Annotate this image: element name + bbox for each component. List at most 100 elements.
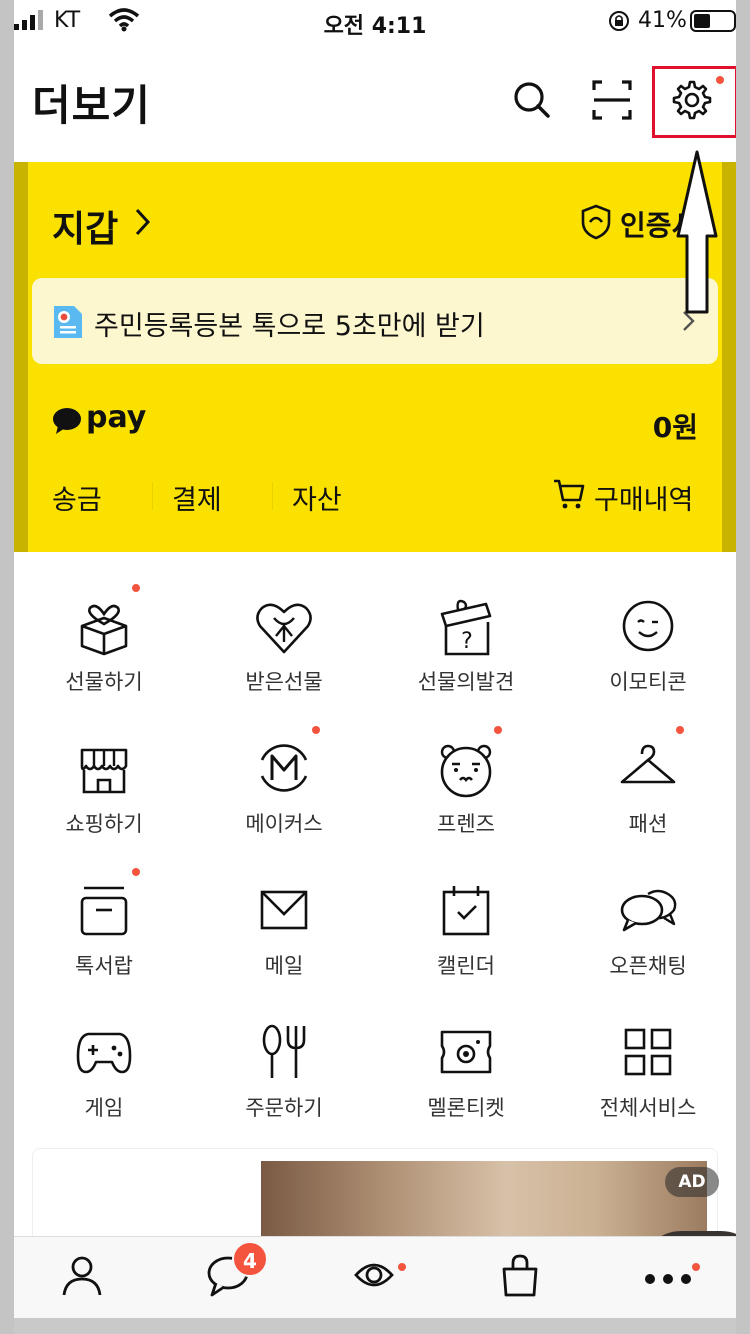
view-icon	[354, 1263, 394, 1287]
service-label: 주문하기	[245, 1096, 323, 1120]
scan-icon[interactable]	[590, 78, 634, 122]
shop-icon	[80, 748, 128, 794]
pay-balance[interactable]: 0원	[614, 406, 698, 446]
certificate-shield-icon[interactable]	[580, 204, 612, 240]
tab-chats[interactable]: 4	[188, 1241, 268, 1309]
service-label: 선물의발견	[417, 670, 515, 694]
shopping-icon	[502, 1254, 538, 1297]
mystery-gift-icon: ?	[440, 599, 492, 656]
service-talk-drawer[interactable]: 톡서랍	[14, 850, 194, 990]
wallet-side-shadow-right	[722, 162, 736, 552]
status-bar: KT 오전 4:11 41%	[14, 0, 736, 44]
utensils-icon	[262, 1024, 306, 1078]
device-frame-right	[736, 0, 750, 1334]
tab-more[interactable]	[624, 1249, 704, 1309]
service-calendar[interactable]: 캘린더	[376, 850, 556, 990]
svg-text:?: ?	[461, 629, 473, 654]
service-mail[interactable]: 메일	[194, 850, 374, 990]
service-makers[interactable]: 메이커스	[194, 708, 374, 848]
new-dot	[132, 584, 140, 592]
mail-icon	[260, 890, 308, 930]
service-friends[interactable]: 프렌즈	[376, 708, 556, 848]
service-label: 전체서비스	[599, 1096, 697, 1120]
new-dot	[676, 726, 684, 734]
new-dot	[312, 726, 320, 734]
pay-link-transfer[interactable]: 송금	[52, 478, 102, 517]
service-order[interactable]: 주문하기	[194, 992, 374, 1132]
bottom-tab-bar: 4	[14, 1236, 736, 1318]
tab-shopping[interactable]	[480, 1249, 560, 1309]
ad-badge: AD	[665, 1167, 719, 1197]
cart-icon[interactable]	[552, 478, 586, 510]
grid-icon	[624, 1028, 672, 1076]
tab-view[interactable]	[334, 1249, 414, 1309]
rotation-lock-icon	[609, 11, 629, 31]
service-label: 쇼핑하기	[65, 812, 143, 836]
gamepad-icon	[76, 1032, 132, 1074]
service-gift-discovery[interactable]: ? 선물의발견	[376, 566, 556, 706]
emoticon-icon	[622, 600, 674, 652]
pay-link-assets[interactable]: 자산	[292, 478, 342, 517]
chevron-right-icon	[135, 208, 151, 236]
divider	[152, 482, 153, 510]
pay-logo-text[interactable]: pay	[86, 400, 146, 435]
annotation-arrow-icon	[676, 150, 718, 314]
service-label: 패션	[628, 812, 668, 836]
service-label: 메일	[264, 954, 304, 978]
ticket-icon	[440, 1030, 492, 1074]
screen: KT 오전 4:11 41% 더보기 지갑 인증서 주민등록등본 톡으로 5초만…	[14, 0, 736, 1318]
heart-gift-icon	[256, 603, 312, 654]
service-label: 선물하기	[65, 670, 143, 694]
friends-icon	[62, 1256, 102, 1296]
wallet-section: 지갑 인증서 주민등록등본 톡으로 5초만에 받기 pay 0원 송금 결제 자…	[14, 162, 736, 552]
new-dot	[132, 868, 140, 876]
banner-text: 주민등록등본 톡으로 5초만에 받기	[94, 311, 485, 342]
service-gift[interactable]: 선물하기	[14, 566, 194, 706]
settings-highlight-box	[652, 66, 736, 138]
service-label: 톡서랍	[75, 954, 133, 978]
tab-friends[interactable]	[42, 1249, 122, 1309]
pay-bubble-icon	[53, 408, 81, 434]
pay-link-payment[interactable]: 결제	[172, 478, 222, 517]
new-dot	[494, 726, 502, 734]
document-icon	[54, 306, 82, 338]
chat-unread-badge: 4	[232, 1241, 268, 1277]
device-frame-left	[0, 0, 14, 1334]
service-game[interactable]: 게임	[14, 992, 194, 1132]
more-icon	[645, 1274, 691, 1284]
search-icon[interactable]	[510, 78, 554, 122]
ryan-bear-icon	[440, 744, 492, 798]
open-chat-icon	[620, 889, 677, 932]
makers-icon	[260, 744, 308, 792]
service-fashion[interactable]: 패션	[558, 708, 736, 848]
banner-resident-registration[interactable]: 주민등록등본 톡으로 5초만에 받기	[32, 278, 718, 364]
service-shopping[interactable]: 쇼핑하기	[14, 708, 194, 848]
wallet-side-shadow-left	[14, 162, 28, 552]
new-dot	[692, 1263, 700, 1271]
service-open-chat[interactable]: 오픈채팅	[558, 850, 736, 990]
purchase-history-button[interactable]: 구매내역	[594, 478, 693, 517]
service-label: 오픈채팅	[609, 954, 687, 978]
service-label: 프렌즈	[437, 812, 495, 836]
battery-icon	[690, 10, 736, 32]
service-all-services[interactable]: 전체서비스	[558, 992, 736, 1132]
wallet-title[interactable]: 지갑	[52, 200, 118, 252]
service-melon-ticket[interactable]: 멜론티켓	[376, 992, 556, 1132]
service-received-gift[interactable]: 받은선물	[194, 566, 374, 706]
calendar-icon	[442, 886, 490, 936]
service-label: 받은선물	[245, 670, 323, 694]
service-label: 이모티콘	[609, 670, 687, 694]
divider	[272, 482, 273, 510]
hanger-icon	[620, 744, 676, 784]
service-label: 캘린더	[437, 954, 495, 978]
service-label: 메이커스	[245, 812, 323, 836]
top-header: 더보기	[14, 44, 736, 162]
service-emoticon[interactable]: 이모티콘	[558, 566, 736, 706]
service-label: 게임	[84, 1096, 124, 1120]
page-title: 더보기	[32, 81, 151, 130]
gift-box-icon	[80, 604, 128, 656]
drawer-icon	[80, 886, 128, 936]
new-dot	[398, 1263, 406, 1271]
battery-percent: 41%	[638, 8, 687, 33]
service-label: 멜론티켓	[427, 1096, 505, 1120]
